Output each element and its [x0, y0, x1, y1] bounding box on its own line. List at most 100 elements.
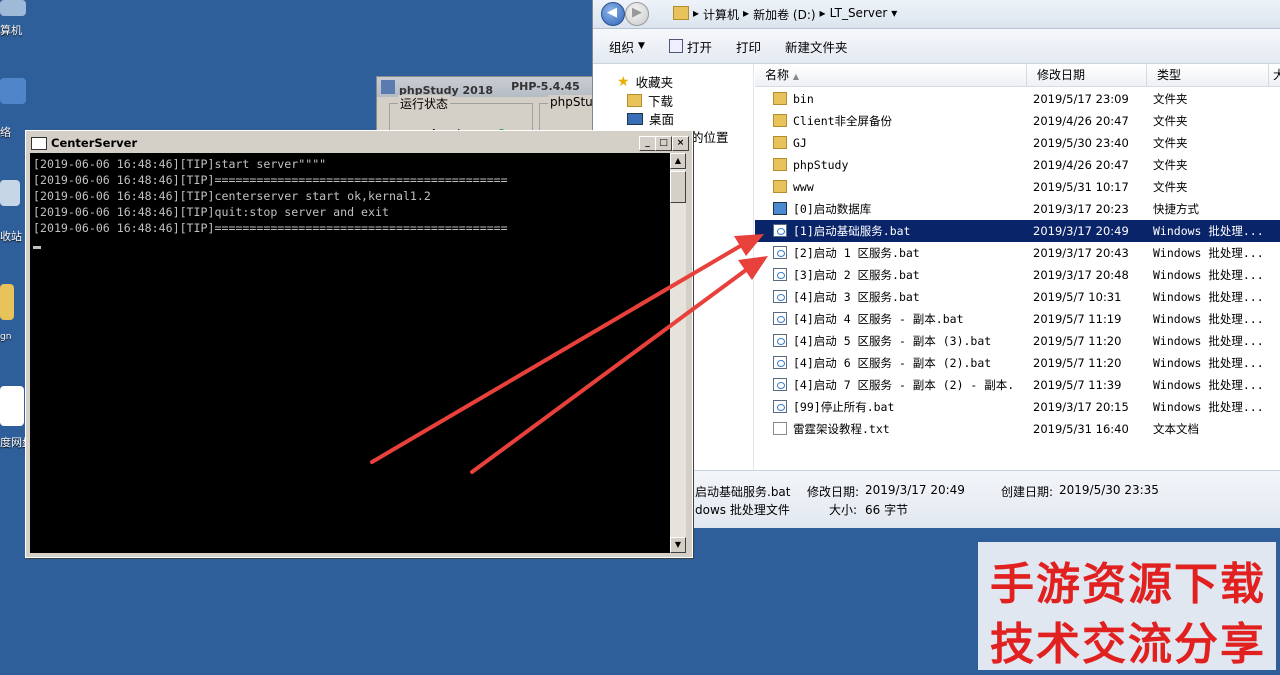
- file-name: [4]启动 4 区服务 - 副本.bat: [793, 312, 964, 326]
- column-type-label: 类型: [1157, 68, 1182, 82]
- file-row[interactable]: www 2019/5/31 10:17 文件夹: [755, 176, 1280, 198]
- desktop-icon-computer[interactable]: [0, 0, 28, 18]
- new-folder-button[interactable]: 新建文件夹: [777, 37, 856, 56]
- batch-file-icon: [773, 290, 787, 303]
- forward-button[interactable]: ▶: [625, 2, 649, 26]
- nav-recent-label: 的位置: [691, 130, 729, 145]
- file-row[interactable]: [0]启动数据库 2019/3/17 20:23 快捷方式: [755, 198, 1280, 220]
- column-name-label: 名称: [765, 68, 790, 82]
- minimize-button[interactable]: _: [639, 136, 656, 151]
- desktop-icon-network[interactable]: [0, 78, 28, 106]
- phpstudy-titlebar[interactable]: phpStudy 2018 PHP-5.4.45: [377, 77, 603, 97]
- console-scrollbar[interactable]: ▲ ▼: [670, 153, 686, 553]
- file-row[interactable]: GJ 2019/5/30 23:40 文件夹: [755, 132, 1280, 154]
- explorer-window[interactable]: ◀ ▶ ▸ 计算机 ▸ 新加卷 (D:) ▸ LT_Server ▾ 组织 ▼ 打…: [592, 0, 1280, 528]
- file-name: [4]启动 3 区服务.bat: [793, 290, 920, 304]
- file-type: Windows 批处理...: [1153, 268, 1264, 282]
- file-row[interactable]: [4]启动 5 区服务 - 副本 (3).bat 2019/5/7 11:20 Wi…: [755, 330, 1280, 352]
- nav-recent-places[interactable]: 的位置: [691, 127, 729, 146]
- file-name: [0]启动数据库: [793, 202, 872, 216]
- php-version: PHP-5.4.45: [511, 80, 580, 93]
- column-header: 名称 ▲ 修改日期 类型 大: [755, 64, 1280, 87]
- file-row[interactable]: [3]启动 2 区服务.bat 2019/3/17 20:48 Windows 批处…: [755, 264, 1280, 286]
- nav-desktop[interactable]: 桌面: [627, 109, 674, 128]
- file-row[interactable]: [1]启动基础服务.bat 2019/3/17 20:49 Windows 批处理.…: [755, 220, 1280, 242]
- watermark: 手游资源下载 技术交流分享: [978, 542, 1276, 670]
- print-button[interactable]: 打印: [728, 37, 769, 56]
- column-type[interactable]: 类型: [1147, 64, 1269, 86]
- file-row[interactable]: phpStudy 2019/4/26 20:47 文件夹: [755, 154, 1280, 176]
- address-bar[interactable]: ◀ ▶ ▸ 计算机 ▸ 新加卷 (D:) ▸ LT_Server ▾: [593, 0, 1280, 29]
- console-window[interactable]: CenterServer _ □ × [2019-06-06 16:48:46]…: [25, 130, 693, 558]
- computer-icon: [0, 0, 26, 16]
- file-date: 2019/4/26 20:47: [1033, 114, 1129, 128]
- scroll-up-icon: ▲: [674, 156, 682, 165]
- desktop-label-recycle-bin: 收站: [0, 230, 22, 243]
- console-line: [2019-06-06 16:48:46][TIP]quit:stop serv…: [33, 205, 389, 219]
- breadcrumb-lt-server[interactable]: LT_Server: [830, 6, 888, 23]
- file-date: 2019/3/17 20:49: [1033, 224, 1129, 238]
- scroll-up-button[interactable]: ▲: [670, 153, 686, 169]
- folder-icon: [773, 180, 787, 193]
- file-row[interactable]: [2]启动 1 区服务.bat 2019/3/17 20:43 Windows 批处…: [755, 242, 1280, 264]
- watermark-line-2: 技术交流分享: [990, 619, 1266, 670]
- console-cursor: [33, 246, 41, 249]
- file-type: Windows 批处理...: [1153, 334, 1264, 348]
- console-line: [2019-06-06 16:48:46][TIP]start server""…: [33, 157, 327, 171]
- desktop-icon-folder[interactable]: [0, 284, 28, 322]
- chevron-down-icon: ▼: [638, 41, 645, 51]
- breadcrumb-separator[interactable]: ▸: [820, 6, 826, 23]
- close-button[interactable]: ×: [672, 136, 689, 151]
- column-size[interactable]: 大: [1269, 64, 1280, 86]
- batch-file-icon: [773, 378, 787, 391]
- batch-file-icon: [773, 356, 787, 369]
- console-titlebar[interactable]: CenterServer _ □ ×: [29, 134, 689, 152]
- scroll-down-button[interactable]: ▼: [670, 537, 686, 553]
- folder-icon: [773, 92, 787, 105]
- desktop-label-network: 络: [0, 126, 11, 139]
- desktop-icon-baidu-netdisk[interactable]: [0, 386, 28, 428]
- breadcrumb-drive-d[interactable]: 新加卷 (D:): [753, 6, 815, 23]
- breadcrumb-dropdown[interactable]: ▾: [891, 6, 897, 23]
- file-row[interactable]: Client非全屏备份 2019/4/26 20:47 文件夹: [755, 110, 1280, 132]
- file-row[interactable]: bin 2019/5/17 23:09 文件夹: [755, 88, 1280, 110]
- baidu-netdisk-icon: [0, 386, 24, 426]
- file-type: Windows 批处理...: [1153, 400, 1264, 414]
- file-row[interactable]: 雷霆架设教程.txt 2019/5/31 16:40 文本文档: [755, 418, 1280, 440]
- nav-favorites[interactable]: ★ 收藏夹: [617, 72, 673, 91]
- batch-file-icon: [773, 334, 787, 347]
- recycle-bin-icon: [0, 180, 20, 206]
- breadcrumb[interactable]: ▸ 计算机 ▸ 新加卷 (D:) ▸ LT_Server ▾: [693, 6, 897, 23]
- details-modified-label: 修改日期:: [807, 485, 860, 499]
- breadcrumb-separator[interactable]: ▸: [743, 6, 749, 23]
- file-row[interactable]: [99]停止所有.bat 2019/3/17 20:15 Windows 批处理..…: [755, 396, 1280, 418]
- open-button[interactable]: 打开: [661, 37, 720, 56]
- batch-file-icon: [773, 246, 787, 259]
- file-date: 2019/5/7 11:39: [1033, 378, 1122, 392]
- maximize-button[interactable]: □: [655, 136, 672, 151]
- file-row[interactable]: [4]启动 7 区服务 - 副本 (2) - 副本... 2019/5/7 11:…: [755, 374, 1280, 396]
- organize-button[interactable]: 组织 ▼: [601, 37, 653, 56]
- details-created-value: 2019/5/30 23:35: [1059, 483, 1159, 497]
- breadcrumb-computer[interactable]: 计算机: [703, 6, 739, 23]
- console-output[interactable]: [2019-06-06 16:48:46][TIP]start server""…: [30, 153, 670, 553]
- desktop-icon-recycle-bin[interactable]: [0, 180, 28, 208]
- column-name[interactable]: 名称 ▲: [755, 64, 1027, 86]
- star-icon: ★: [617, 73, 630, 90]
- back-arrow-icon: ◀: [607, 5, 617, 20]
- file-row[interactable]: [4]启动 6 区服务 - 副本 (2).bat 2019/5/7 11:20 Wi…: [755, 352, 1280, 374]
- forward-arrow-icon: ▶: [632, 5, 642, 20]
- file-type: Windows 批处理...: [1153, 356, 1264, 370]
- back-button[interactable]: ◀: [601, 2, 625, 26]
- scroll-thumb[interactable]: [670, 171, 686, 203]
- text-file-icon: [773, 422, 787, 435]
- nav-downloads[interactable]: 下载: [627, 91, 673, 110]
- column-date-label: 修改日期: [1037, 68, 1086, 82]
- network-icon: [0, 78, 26, 104]
- file-row[interactable]: [4]启动 4 区服务 - 副本.bat 2019/5/7 11:19 Window…: [755, 308, 1280, 330]
- file-row[interactable]: [4]启动 3 区服务.bat 2019/5/7 10:31 Windows 批处理…: [755, 286, 1280, 308]
- details-size-value: 66 字节: [865, 503, 909, 517]
- console-line: [2019-06-06 16:48:46][TIP]centerserver s…: [33, 189, 431, 203]
- column-date[interactable]: 修改日期: [1027, 64, 1147, 86]
- file-type: 文件夹: [1153, 92, 1188, 106]
